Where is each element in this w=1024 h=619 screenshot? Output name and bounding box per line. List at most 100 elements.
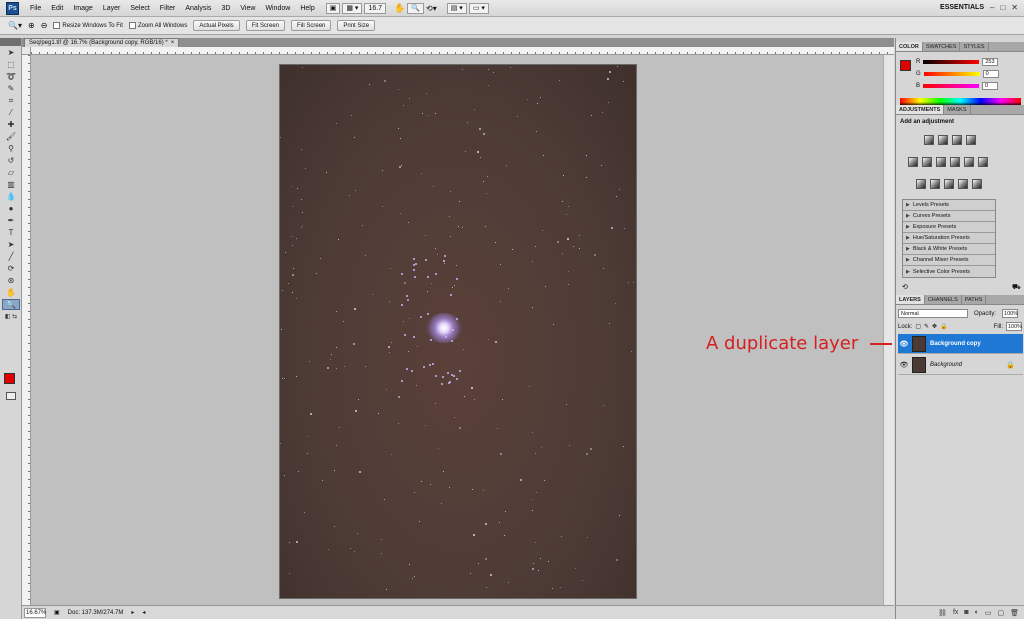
quick-selection-tool-icon[interactable]: ✎ xyxy=(2,83,20,94)
invert-icon[interactable] xyxy=(916,179,926,189)
eraser-tool-icon[interactable]: ▱ xyxy=(2,167,20,178)
minimize-button[interactable]: – xyxy=(990,3,994,12)
zoom-in-icon[interactable]: ⊕ xyxy=(28,21,35,30)
zoom-tool-icon[interactable]: 🔍 xyxy=(2,299,20,310)
return-to-list-icon[interactable]: ⟲ xyxy=(902,283,908,291)
hand-icon[interactable]: ✋ xyxy=(394,3,405,14)
actual-pixels-button[interactable]: Actual Pixels xyxy=(193,20,240,31)
tab-paths[interactable]: PATHS xyxy=(962,295,987,304)
posterize-icon[interactable] xyxy=(930,179,940,189)
horizontal-ruler[interactable] xyxy=(31,47,894,55)
green-value-field[interactable]: 0 xyxy=(982,70,999,78)
3d-orbit-tool-icon[interactable]: ⊛ xyxy=(2,275,20,286)
tab-color[interactable]: COLOR xyxy=(896,42,923,51)
workspace-switcher[interactable]: ESSENTIALS xyxy=(940,4,984,11)
photo-filter-icon[interactable] xyxy=(964,157,974,167)
menu-edit[interactable]: Edit xyxy=(46,5,68,12)
rotate-view-icon[interactable]: ⟲▾ xyxy=(426,4,437,13)
red-slider[interactable] xyxy=(923,60,980,64)
resize-windows-checkbox[interactable]: Resize Windows To Fit xyxy=(53,22,123,29)
visibility-eye-icon[interactable]: 👁 xyxy=(898,340,910,348)
red-value-field[interactable]: 253 xyxy=(982,58,999,66)
quick-mask-icon[interactable] xyxy=(6,392,16,400)
zoom-tool-icon[interactable]: 🔍▾ xyxy=(8,21,22,30)
selective-color-icon[interactable] xyxy=(972,179,982,189)
fill-field[interactable]: 100% xyxy=(1006,322,1022,331)
minibridge-icon[interactable]: ▦ ▾ xyxy=(342,2,363,14)
vibrance-icon[interactable] xyxy=(908,157,918,167)
threshold-icon[interactable] xyxy=(944,179,954,189)
crop-tool-icon[interactable]: ⌗ xyxy=(2,95,20,106)
zoom-level-dropdown[interactable]: 16.7 xyxy=(364,2,387,14)
status-menu-icon[interactable]: ▣ xyxy=(54,609,60,616)
zoom-all-windows-checkbox[interactable]: Zoom All Windows xyxy=(128,22,187,29)
menu-help[interactable]: Help xyxy=(295,5,319,12)
delete-layer-icon[interactable]: 🗑 xyxy=(1010,609,1019,617)
new-adjustment-icon[interactable]: ◐ xyxy=(975,609,979,616)
bridge-icon[interactable]: ▣ xyxy=(325,2,341,14)
default-colors-icon[interactable]: ◧ ⇆ xyxy=(2,311,20,322)
status-arrow-icon[interactable]: ▸ xyxy=(131,609,134,616)
preset-channel-mixer[interactable]: ▶ Channel Mixer Presets xyxy=(903,255,995,266)
tab-swatches[interactable]: SWATCHES xyxy=(923,42,961,51)
lock-position-icon[interactable]: ✥ xyxy=(932,323,937,330)
document-tab[interactable]: Seq/peg1.tif @ 16.7% (Background copy, R… xyxy=(24,38,180,47)
vertical-ruler[interactable] xyxy=(22,55,31,605)
gradient-tool-icon[interactable]: ▥ xyxy=(2,179,20,190)
tab-channels[interactable]: CHANNELS xyxy=(925,295,962,304)
channel-mixer-icon[interactable] xyxy=(978,157,988,167)
tab-adjustments[interactable]: ADJUSTMENTS xyxy=(896,105,945,114)
screen-mode-icon[interactable]: ▭ ▾ xyxy=(468,2,489,14)
ruler-origin[interactable] xyxy=(22,47,31,55)
blue-slider[interactable] xyxy=(923,84,980,88)
fit-screen-button[interactable]: Fit Screen xyxy=(245,20,286,31)
lock-image-icon[interactable]: ✎ xyxy=(924,323,929,330)
arrange-documents-icon[interactable]: ▤ ▾ xyxy=(446,2,467,14)
panel-grip[interactable] xyxy=(0,38,21,46)
marquee-tool-icon[interactable]: ⬚ xyxy=(2,59,20,70)
dodge-tool-icon[interactable]: ● xyxy=(2,203,20,214)
brightness-contrast-icon[interactable] xyxy=(924,135,934,145)
close-tab-icon[interactable]: × xyxy=(171,40,175,46)
preset-hue-saturation[interactable]: ▶ Hue/Saturation Presets xyxy=(903,233,995,244)
eyedropper-tool-icon[interactable]: ⁄ xyxy=(2,107,20,118)
exposure-icon[interactable] xyxy=(966,135,976,145)
visibility-eye-icon[interactable]: 👁 xyxy=(898,361,910,369)
preset-selective-color[interactable]: ▶ Selective Color Presets xyxy=(903,266,995,277)
maximize-button[interactable]: □ xyxy=(1000,3,1005,12)
gradient-map-icon[interactable] xyxy=(958,179,968,189)
opacity-field[interactable]: 100% xyxy=(1002,309,1018,318)
lasso-tool-icon[interactable]: ➰ xyxy=(2,71,20,82)
brush-tool-icon[interactable]: 🖌 xyxy=(2,131,20,142)
zoom-icon[interactable]: 🔍 xyxy=(407,2,425,14)
move-tool-icon[interactable]: ➤ xyxy=(2,47,20,58)
3d-rotate-tool-icon[interactable]: ⟳ xyxy=(2,263,20,274)
lock-transparency-icon[interactable]: ▢ xyxy=(915,323,921,330)
curves-icon[interactable] xyxy=(952,135,962,145)
black-white-icon[interactable] xyxy=(950,157,960,167)
levels-icon[interactable] xyxy=(938,135,948,145)
new-layer-icon[interactable]: ▢ xyxy=(997,609,1004,617)
tab-styles[interactable]: STYLES xyxy=(960,42,989,51)
adjustment-panel-mode-icon[interactable]: ⛟ xyxy=(1012,283,1021,292)
menu-analysis[interactable]: Analysis xyxy=(180,5,216,12)
menu-filter[interactable]: Filter xyxy=(155,5,181,12)
add-mask-icon[interactable]: ◙ xyxy=(964,609,968,616)
color-balance-icon[interactable] xyxy=(936,157,946,167)
scroll-left-icon[interactable]: ◂ xyxy=(142,609,145,616)
hand-tool-icon[interactable]: ✋ xyxy=(2,287,20,298)
lock-all-icon[interactable]: 🔒 xyxy=(940,323,947,330)
layer-style-icon[interactable]: fx xyxy=(953,609,958,616)
status-zoom-field[interactable]: 16.67% xyxy=(24,607,46,618)
link-layers-icon[interactable]: ⛓ xyxy=(938,609,947,617)
blur-tool-icon[interactable]: 💧 xyxy=(2,191,20,202)
close-button[interactable]: ✕ xyxy=(1011,3,1018,12)
preset-levels[interactable]: ▶ Levels Presets xyxy=(903,200,995,211)
color-panel-foreground-swatch[interactable] xyxy=(900,60,911,71)
fill-screen-button[interactable]: Fill Screen xyxy=(291,20,332,31)
history-brush-tool-icon[interactable]: ↺ xyxy=(2,155,20,166)
path-selection-tool-icon[interactable]: ➤ xyxy=(2,239,20,250)
clone-stamp-tool-icon[interactable]: ⚲ xyxy=(2,143,20,154)
layer-row-background-copy[interactable]: 👁 Background copy xyxy=(898,334,1023,354)
tab-masks[interactable]: MASKS xyxy=(944,105,971,114)
